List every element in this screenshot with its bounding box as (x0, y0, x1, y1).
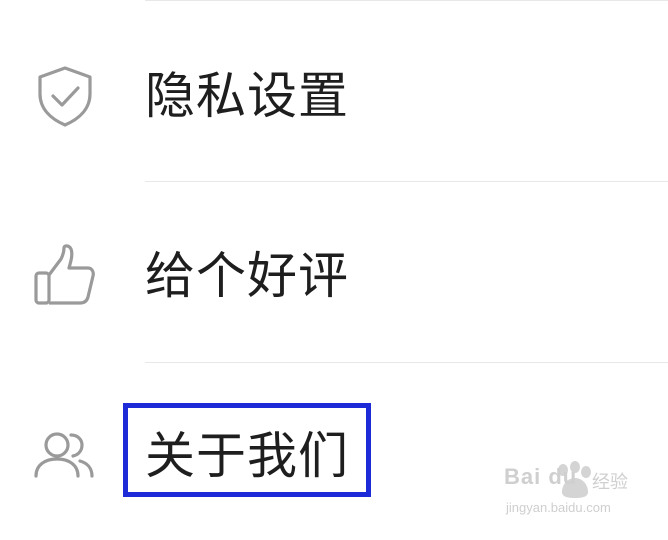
menu-item-privacy-settings[interactable]: 隐私设置 (0, 3, 668, 183)
settings-screen: 隐私设置 给个好评 关于我们 Bai du 经验 jingyan.baidu.c… (0, 0, 668, 540)
menu-item-rate-app[interactable]: 给个好评 (0, 183, 668, 363)
shield-check-icon (30, 61, 100, 131)
watermark-url: jingyan.baidu.com (506, 500, 611, 515)
divider (145, 0, 668, 1)
watermark-brand: Bai du (504, 464, 578, 489)
users-icon (30, 421, 100, 491)
menu-item-label: 关于我们 (145, 427, 349, 485)
baidu-jingyan-watermark: Bai du 经验 jingyan.baidu.com (504, 460, 632, 524)
thumbs-up-icon (30, 241, 100, 311)
menu-item-label: 给个好评 (145, 247, 349, 305)
menu-item-label: 隐私设置 (145, 67, 349, 125)
divider (145, 181, 668, 182)
watermark-suffix: 经验 (592, 472, 628, 493)
